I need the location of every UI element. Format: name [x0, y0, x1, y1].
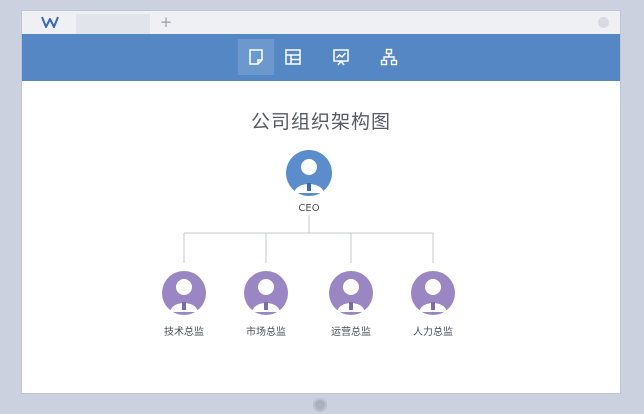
toolbar-document-button[interactable] [238, 39, 274, 75]
wps-logo-icon[interactable] [40, 14, 60, 30]
document-tab[interactable] [76, 14, 150, 34]
toolbar-presentation-button[interactable] [323, 39, 359, 75]
presentation-icon [333, 49, 349, 66]
app-window: + 公司组织架构图 CEO 技术总监 市场总监 运营总监 人力总监 [22, 11, 620, 393]
org-chart: CEO 技术总监 市场总监 运营总监 人力总监 [22, 141, 620, 341]
child-avatar-3[interactable] [329, 271, 373, 315]
window-control-button[interactable] [598, 17, 609, 28]
child-label-4: 人力总监 [413, 327, 453, 338]
child-avatar-4[interactable] [411, 271, 455, 315]
org-chart-icon [380, 48, 398, 66]
table-icon [285, 49, 301, 65]
org-chart-connectors [162, 150, 455, 315]
title-bar: + [22, 11, 620, 34]
document-title: 公司组织架构图 [250, 111, 391, 133]
child-label-2: 市场总监 [246, 327, 286, 338]
toolbar [22, 34, 620, 81]
device-home-button[interactable] [313, 398, 327, 412]
toolbar-table-button[interactable] [275, 39, 311, 75]
document-icon [249, 49, 263, 65]
toolbar-org-chart-button[interactable] [371, 39, 407, 75]
child-label-3: 运营总监 [331, 327, 371, 338]
ceo-label: CEO [298, 203, 320, 214]
child-avatar-2[interactable] [244, 271, 288, 315]
child-avatar-1[interactable] [162, 271, 206, 315]
ceo-avatar[interactable] [286, 150, 332, 196]
new-tab-button[interactable]: + [158, 12, 174, 32]
child-label-1: 技术总监 [164, 327, 204, 338]
